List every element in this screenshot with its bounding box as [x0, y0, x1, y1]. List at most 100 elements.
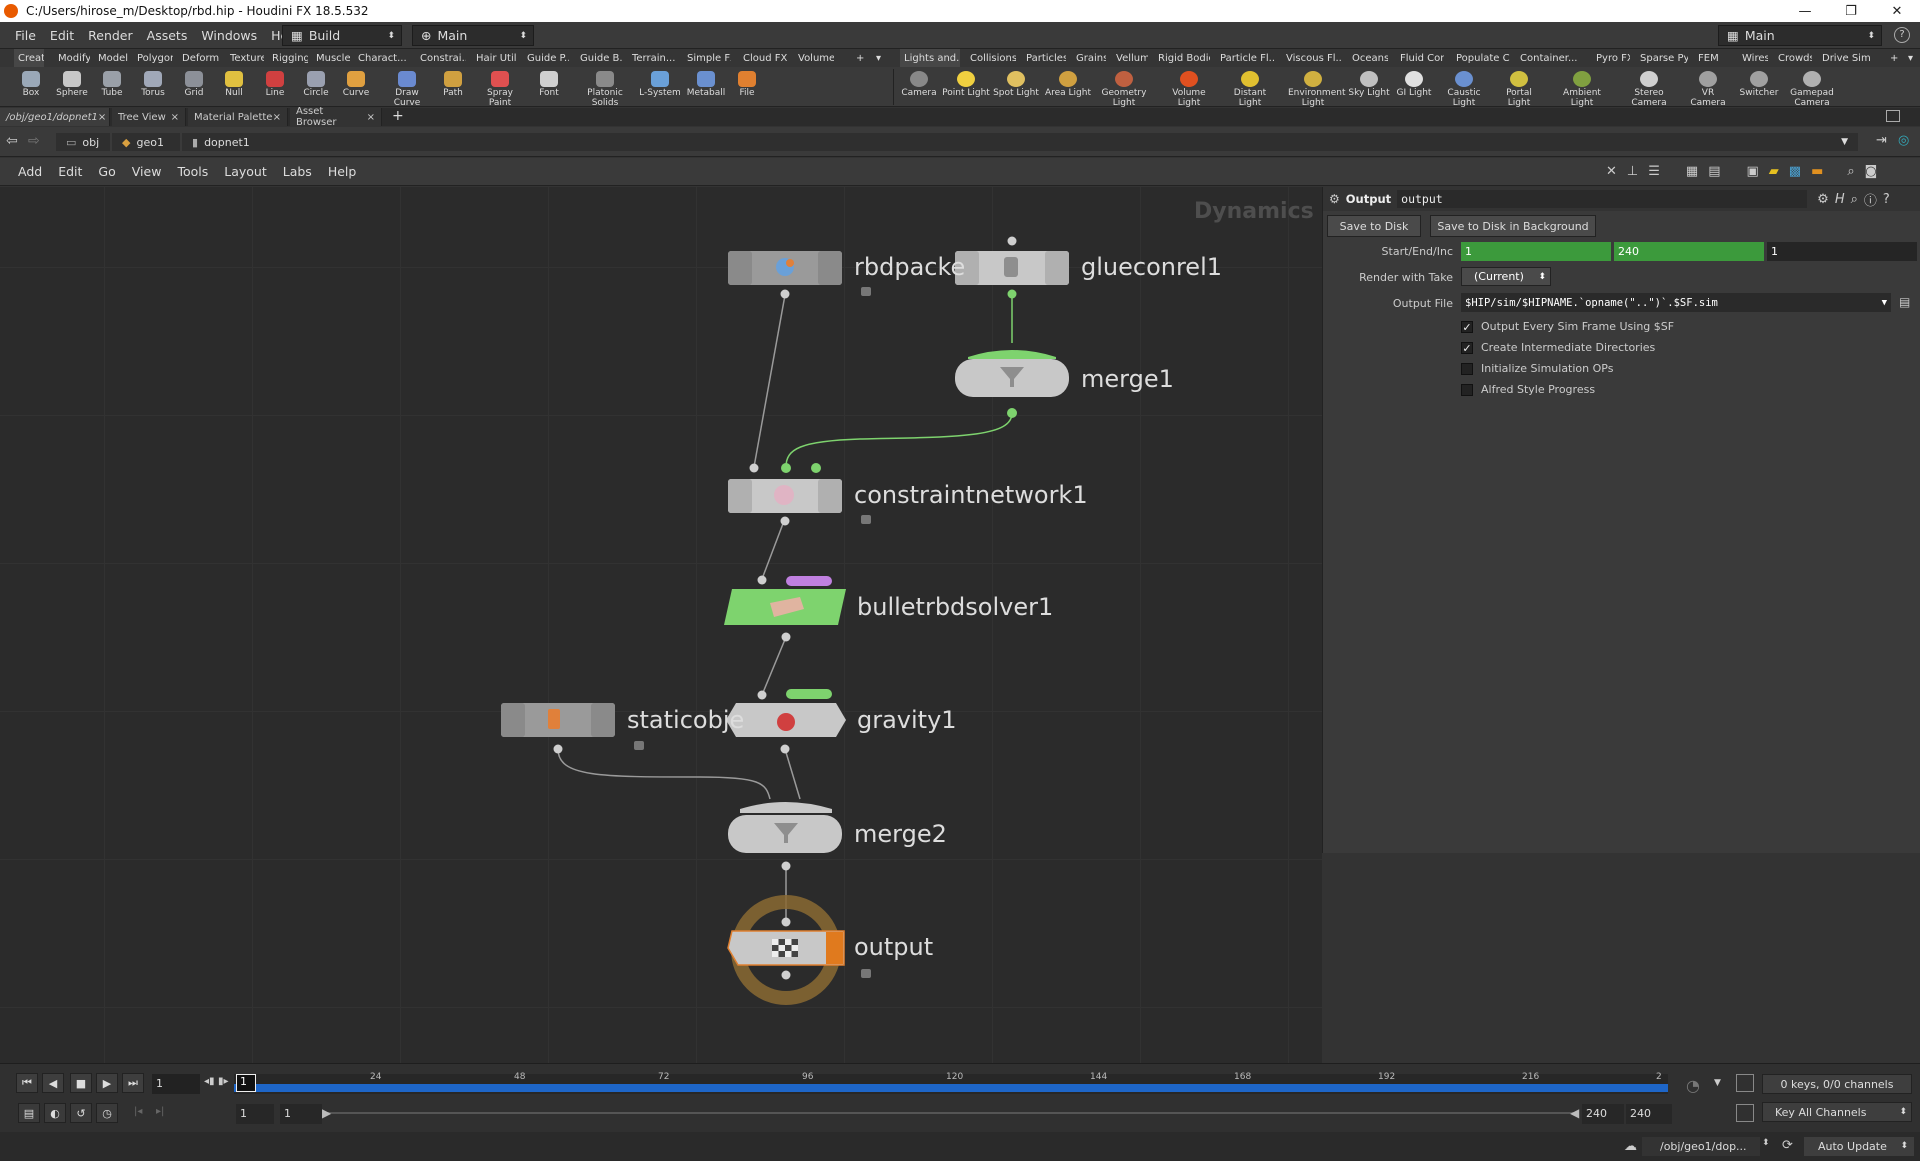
sticky-note-icon[interactable]: ▰: [1769, 164, 1779, 179]
tool-spot-light[interactable]: Spot Light: [991, 69, 1041, 98]
tool-gi-light[interactable]: GI Light: [1389, 69, 1439, 98]
file-browse-icon[interactable]: ▤: [1899, 295, 1910, 309]
shelf-menu-icon[interactable]: ▾: [1904, 49, 1917, 67]
step-forward-icon[interactable]: ▮▸: [218, 1076, 229, 1087]
add-tab-icon[interactable]: +: [392, 108, 404, 124]
node-output[interactable]: [727, 895, 871, 1005]
help-icon[interactable]: ?: [1883, 192, 1890, 207]
close-icon[interactable]: ×: [273, 112, 281, 123]
shelf-tab-right-4[interactable]: Vellum: [1112, 49, 1148, 67]
net-menu-go[interactable]: Go: [90, 164, 123, 179]
chevron-icon[interactable]: ⬍: [1762, 1138, 1770, 1148]
tree-icon[interactable]: ⊥: [1627, 164, 1638, 179]
chevron-down-icon[interactable]: ▼: [1841, 137, 1848, 147]
shelf-tab-right-12[interactable]: Pyro FX: [1592, 49, 1630, 67]
grid-view-icon[interactable]: ▦: [1686, 164, 1698, 179]
forward-arrow-icon[interactable]: ⇨: [28, 133, 40, 149]
keys-info-dropdown[interactable]: 0 keys, 0/0 channels: [1762, 1074, 1912, 1094]
tool-switcher[interactable]: Switcher: [1734, 69, 1784, 98]
next-key-icon[interactable]: ▸|: [156, 1106, 164, 1117]
menu-file[interactable]: File: [8, 28, 43, 43]
start-frame-field[interactable]: 1: [1461, 242, 1611, 261]
shelf-tab-right-3[interactable]: Grains: [1072, 49, 1106, 67]
toggle-create-dirs[interactable]: ✓: [1461, 342, 1473, 354]
node-name-field[interactable]: output: [1397, 190, 1808, 208]
shelf-tab-14[interactable]: Simple FX: [683, 49, 731, 67]
shelf-tab-right-5[interactable]: Rigid Bodies: [1154, 49, 1210, 67]
maximize-button[interactable]: ❐: [1828, 0, 1874, 22]
help-icon[interactable]: ?: [1894, 27, 1910, 43]
minimize-button[interactable]: —: [1782, 0, 1828, 22]
keyframe-mode-button[interactable]: ▤: [18, 1103, 40, 1123]
tool-font[interactable]: Font: [524, 69, 574, 98]
audio-scrub-button[interactable]: ◐: [44, 1103, 66, 1123]
play-forward-button[interactable]: ▶: [96, 1073, 118, 1093]
shelf-tab-16[interactable]: Volume: [794, 49, 834, 67]
close-icon[interactable]: ×: [171, 112, 179, 123]
end-frame-field[interactable]: 240: [1614, 242, 1764, 261]
toggle-every-sim-frame[interactable]: ✓: [1461, 321, 1473, 333]
shelf-tab-right-6[interactable]: Particle Fl...: [1216, 49, 1276, 67]
shelf-menu-icon[interactable]: ▾: [872, 49, 885, 67]
help-h-icon[interactable]: H: [1835, 192, 1845, 207]
output-file-field[interactable]: $HIP/sim/$HIPNAME.`opname("..")`.$SF.sim…: [1461, 293, 1891, 312]
image-icon[interactable]: ▩: [1789, 164, 1801, 179]
shelf-tab-10[interactable]: Hair Utils: [472, 49, 516, 67]
shelf-tab-12[interactable]: Guide B...: [576, 49, 622, 67]
tool-geometry-light[interactable]: Geometry Light: [1099, 69, 1149, 108]
save-to-disk-button[interactable]: Save to Disk: [1327, 215, 1421, 237]
net-menu-view[interactable]: View: [124, 164, 170, 179]
jump-start-button[interactable]: ⏮: [16, 1073, 38, 1093]
add-shelf-icon[interactable]: +: [852, 49, 868, 67]
shelf-tab-15[interactable]: Cloud FX: [739, 49, 787, 67]
context-dropdown[interactable]: ⊕ Main ⬍: [412, 25, 534, 46]
key-all-channels-button[interactable]: Key All Channels ⬍: [1762, 1102, 1912, 1122]
breadcrumb-geo1[interactable]: ◆ geo1: [112, 133, 180, 151]
playback-start-field[interactable]: 1: [280, 1104, 322, 1124]
tool-draw-curve[interactable]: Draw Curve: [382, 69, 432, 108]
shelf-tab-right-1[interactable]: Collisions: [966, 49, 1016, 67]
node-staticobject[interactable]: [501, 703, 644, 754]
render-take-dropdown[interactable]: (Current) ⬍: [1461, 267, 1551, 286]
net-menu-tools[interactable]: Tools: [169, 164, 216, 179]
tool-stereo-camera[interactable]: Stereo Camera: [1624, 69, 1674, 108]
stop-button[interactable]: ■: [70, 1073, 92, 1093]
save-to-disk-background-button[interactable]: Save to Disk in Background: [1430, 215, 1596, 237]
tool-file[interactable]: File: [722, 69, 772, 98]
tool-area-light[interactable]: Area Light: [1043, 69, 1093, 98]
current-frame-field[interactable]: 1: [152, 1074, 200, 1094]
tool-environment-light[interactable]: Environment Light: [1288, 69, 1345, 108]
shelf-tab-4[interactable]: Deform: [178, 49, 220, 67]
shelf-tab-right-15[interactable]: Wires: [1738, 49, 1768, 67]
frame-marker[interactable]: 1: [236, 1074, 256, 1092]
play-backward-button[interactable]: ◀: [42, 1073, 64, 1093]
playback-end-field[interactable]: 240: [1582, 1104, 1624, 1124]
net-menu-layout[interactable]: Layout: [216, 164, 275, 179]
pane-layout-icon[interactable]: [1886, 110, 1900, 122]
jump-end-button[interactable]: ⏭: [122, 1073, 144, 1093]
key-icon[interactable]: [1736, 1104, 1754, 1122]
link-icon[interactable]: ◎: [1898, 133, 1909, 148]
range-start-field[interactable]: 1: [236, 1104, 274, 1124]
shelf-tab-5[interactable]: Texture: [226, 49, 264, 67]
tool-caustic-light[interactable]: Caustic Light: [1439, 69, 1489, 108]
wrench-icon[interactable]: ✕: [1606, 164, 1617, 179]
shelf-tab-right-17[interactable]: Drive Sim...: [1818, 49, 1870, 67]
menu-windows[interactable]: Windows: [194, 28, 264, 43]
shelf-tab-0[interactable]: Create: [14, 49, 44, 67]
node-constraintnetwork[interactable]: [728, 463, 871, 526]
tool-portal-light[interactable]: Portal Light: [1494, 69, 1544, 108]
node-merge1[interactable]: [955, 350, 1069, 418]
node-merge2[interactable]: [728, 802, 842, 871]
status-path[interactable]: /obj/geo1/dop...: [1642, 1137, 1760, 1156]
shelf-tab-right-2[interactable]: Particles: [1022, 49, 1066, 67]
refresh-icon[interactable]: ⟳: [1782, 1138, 1793, 1153]
add-shelf-icon[interactable]: +: [1886, 49, 1902, 67]
tool-path[interactable]: Path: [428, 69, 478, 98]
shelf-tab-7[interactable]: Muscles: [312, 49, 350, 67]
back-arrow-icon[interactable]: ⇦: [6, 133, 18, 149]
shelf-tab-right-7[interactable]: Viscous Fl...: [1282, 49, 1342, 67]
menu-edit[interactable]: Edit: [43, 28, 81, 43]
shelf-tab-right-16[interactable]: Crowds: [1774, 49, 1812, 67]
net-menu-help[interactable]: Help: [320, 164, 365, 179]
